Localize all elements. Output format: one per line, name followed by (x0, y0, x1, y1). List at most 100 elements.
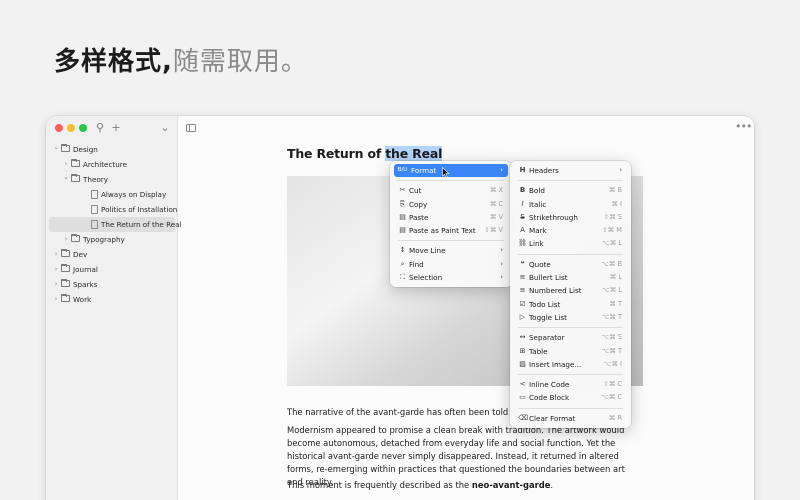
menu-item-clear-format[interactable]: ⌫ Clear Format ⌘ R (514, 412, 627, 425)
menu-item-italic[interactable]: I Italic ⌘ I (514, 198, 627, 211)
menu-item-separator[interactable]: ↔ Separator ⌥⌘ S (514, 331, 627, 344)
chevron-right-icon[interactable]: › (52, 277, 60, 292)
menu-separator (518, 180, 623, 182)
menu-item-toggle-list[interactable]: ▷ Toggle List ⌥⌘ T (514, 311, 627, 324)
menu-item-numbered-list[interactable]: ≡ Numbered List ⌥⌘ L (514, 284, 627, 297)
sidebar-item-always-on-display[interactable]: Always on Display (46, 187, 178, 202)
context-menu: B/U Format › ✂ Cut ⌘ X ⎘ Copy ⌘ C ▤ Paste ⌘ V ▤ Pa… (390, 161, 512, 288)
menu-item-format[interactable]: B/U Format › (394, 164, 508, 178)
menu-item-shortcut: ⌥⌘ T (601, 346, 622, 355)
paste-as-paint-text-icon: ▤ (399, 226, 406, 235)
menu-item-headers[interactable]: H Headers › (514, 164, 627, 177)
folder-icon (71, 234, 80, 242)
menu-item-shortcut: ⌘ X (489, 186, 503, 195)
menu-separator (518, 253, 623, 255)
chevron-down-icon[interactable]: ⌄ (52, 142, 60, 153)
document-title[interactable]: The Return of the Real (287, 146, 442, 161)
chevron-right-icon[interactable]: › (52, 292, 60, 307)
chevron-right-icon[interactable]: › (52, 247, 60, 262)
strikethrough-icon: S (520, 212, 525, 221)
close-window-button[interactable] (55, 124, 63, 132)
menu-item-shortcut: ⌘ B (608, 186, 622, 195)
menu-item-bullert-list[interactable]: ≡ Bullert List ⌘ L (514, 271, 627, 284)
chevron-right-icon[interactable]: › (62, 157, 70, 172)
menu-separator (518, 407, 623, 409)
sidebar-item-label: Theory (83, 175, 108, 184)
menu-item-paste[interactable]: ▤ Paste ⌘ V (394, 211, 508, 224)
document-icon (91, 205, 98, 214)
mouse-cursor-icon (442, 167, 450, 178)
sidebar-item-theory[interactable]: ⌄ Theory (46, 172, 178, 187)
menu-item-label: Paste as Paint Text (409, 226, 476, 236)
toggle-list-icon: ▷ (519, 312, 526, 321)
sidebar-item-dev[interactable]: › Dev (46, 247, 178, 262)
menu-item-paste-as-paint-text[interactable]: ▤ Paste as Paint Text ⇧⌘ V (394, 224, 508, 237)
zoom-window-button[interactable] (79, 124, 87, 132)
menu-item-shortcut: ⌥⌘ T (601, 312, 622, 321)
paragraph-3: This moment is frequently described as t… (287, 479, 643, 492)
sidebar-item-the-return-of-the-real[interactable]: The Return of the Real (49, 217, 182, 232)
menu-item-label: Link (529, 239, 544, 249)
folder-icon (71, 174, 80, 182)
sidebar-toggle-icon[interactable] (186, 124, 196, 132)
folder-icon (61, 144, 70, 152)
link-icon: ⛓ (518, 239, 527, 248)
menu-item-label: Move Line (409, 246, 446, 256)
sidebar-item-typography[interactable]: › Typography (46, 232, 178, 247)
menu-item-mark[interactable]: A Mark ⇧⌘ M (514, 224, 627, 237)
menu-item-label: Format (411, 166, 437, 175)
menu-item-shortcut: ⌘ C (489, 199, 503, 208)
folder-icon (61, 264, 70, 272)
document-icon (91, 190, 98, 199)
sidebar-item-journal[interactable]: › Journal (46, 262, 178, 277)
sidebar-item-label: Sparks (73, 280, 98, 289)
menu-item-label: Todo List (529, 299, 561, 309)
quote-icon: ❝ (520, 259, 525, 268)
sidebar-item-politics-of-installation[interactable]: Politics of Installation (46, 202, 178, 217)
sidebar-item-work[interactable]: › Work (46, 292, 178, 307)
menu-item-label: Bold (529, 186, 545, 196)
chevron-down-icon[interactable]: ⌄ (158, 120, 172, 136)
menu-item-quote[interactable]: ❝ Quote ⌥⌘ B (514, 258, 627, 271)
paste-icon: ▤ (399, 212, 406, 221)
menu-item-shortcut: ⌘ T (609, 299, 622, 308)
todo-list-icon: ☑ (519, 299, 526, 308)
sidebar-item-architecture[interactable]: › Architecture (46, 157, 178, 172)
menu-item-inline-code[interactable]: < Inline Code ⇧⌘ C (514, 378, 627, 391)
clear-format-icon: ⌫ (518, 413, 528, 422)
menu-separator (398, 240, 504, 242)
chevron-right-icon: › (500, 259, 503, 268)
sidebar-item-label: Journal (73, 265, 98, 274)
menu-item-todo-list[interactable]: ☑ Todo List ⌘ T (514, 298, 627, 311)
menu-item-selection[interactable]: ⛶ Selection › (394, 271, 508, 284)
menu-item-table[interactable]: ⊞ Table ⌥⌘ T (514, 345, 627, 358)
selection-icon: ⛶ (400, 273, 405, 282)
menu-item-bold[interactable]: B Bold ⌘ B (514, 184, 627, 197)
menu-item-strikethrough[interactable]: S Strikethrough ⇧⌘ S (514, 211, 627, 224)
menu-item-code-block[interactable]: ▭ Code Block ⌥⌘ C (514, 391, 627, 404)
file-tree: ⌄ Design › Architecture ⌄ Theory Always on Dis… (46, 142, 182, 307)
menu-item-cut[interactable]: ✂ Cut ⌘ X (394, 184, 508, 197)
menu-item-label: Mark (529, 226, 547, 236)
menu-item-find[interactable]: ⌕ Find › (394, 258, 508, 271)
menu-item-insert-image[interactable]: ▨ Insert Image... ⌥⌘ I (514, 358, 627, 371)
add-icon[interactable]: + (109, 120, 123, 136)
sidebar-item-design[interactable]: ⌄ Design (46, 142, 178, 157)
chevron-right-icon[interactable]: › (62, 232, 70, 247)
copy-icon: ⎘ (399, 199, 406, 208)
menu-item-link[interactable]: ⛓ Link ⌥⌘ L (514, 237, 627, 250)
chevron-down-icon[interactable]: ⌄ (62, 172, 70, 183)
numbered-list-icon: ≡ (519, 286, 526, 295)
menu-item-label: Clear Format (529, 413, 576, 423)
menu-item-move-line[interactable]: ↕ Move Line › (394, 244, 508, 257)
sidebar-item-sparks[interactable]: › Sparks (46, 277, 178, 292)
minimize-window-button[interactable] (67, 124, 75, 132)
more-options-icon[interactable]: ••• (735, 121, 752, 133)
format-icon: B/U (397, 167, 408, 173)
menu-item-shortcut: ⌘ V (489, 212, 503, 221)
code-block-icon: ▭ (519, 393, 526, 402)
menu-item-copy[interactable]: ⎘ Copy ⌘ C (394, 198, 508, 211)
search-icon[interactable]: ⚲ (93, 120, 107, 136)
menu-item-label: Copy (409, 199, 428, 209)
chevron-right-icon[interactable]: › (52, 262, 60, 277)
